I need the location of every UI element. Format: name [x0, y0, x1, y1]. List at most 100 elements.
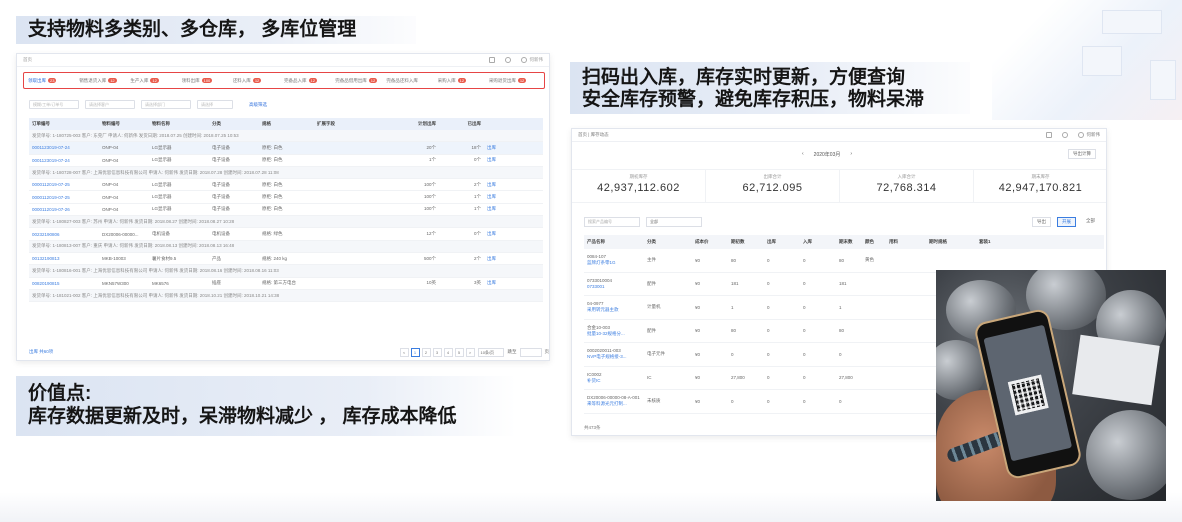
page-button[interactable]: >	[465, 347, 475, 357]
table-cell: 0	[767, 281, 770, 287]
tab-1[interactable]: 销售退货入库 12	[79, 78, 130, 84]
grid-icon[interactable]	[1045, 132, 1052, 138]
column-header[interactable]: 入库	[800, 239, 836, 245]
s2-user[interactable]: 何新伟	[1087, 132, 1101, 138]
column-header[interactable]: 期时规格	[926, 239, 976, 245]
outbound-link[interactable]: 出库	[484, 194, 504, 200]
s2-filters: 搜索产品编号 全部 导出 开展 全部	[584, 217, 1099, 227]
table-cell: 00820190815	[32, 280, 60, 286]
stat-label: 入库合计	[897, 174, 916, 179]
tab-9[interactable]: 采购退货出库 12	[489, 78, 540, 84]
column-header[interactable]: 物料编号	[99, 121, 149, 127]
tab-2[interactable]: 生产入库 12	[130, 78, 181, 84]
column-header[interactable]: 成本价	[692, 239, 728, 245]
inventory-stats: 期初库存 42,937,112.602 出库合计 62,712.095 入库合计 72,7…	[572, 169, 1106, 203]
table-cell: 产品	[212, 255, 221, 261]
column-header[interactable]: 产品名称	[584, 239, 644, 245]
tab-7[interactable]: 完备品还料入库	[386, 78, 437, 84]
outbound-link[interactable]: 出库	[484, 182, 504, 188]
next-month-icon[interactable]: ›	[850, 151, 852, 158]
table-cell: 0	[803, 375, 806, 381]
product-name-link[interactable]: 来等料源光元打制...	[587, 401, 641, 407]
page-button[interactable]: 5	[454, 347, 464, 357]
table-cell: 100个	[423, 206, 436, 212]
outbound-link[interactable]: 出库	[484, 145, 504, 151]
product-name-link[interactable]: NVP电子规格接-3...	[587, 354, 641, 360]
column-header[interactable]: 用料	[886, 239, 926, 245]
product-name-cell: IC0002 补货IC	[584, 372, 644, 384]
column-header[interactable]: 已出库	[439, 121, 484, 127]
outbound-link[interactable]: 出库	[484, 157, 504, 163]
table-cell: ONP-04	[102, 157, 119, 163]
stat-card: 出库合计 62,712.095	[706, 170, 840, 202]
tab-5[interactable]: 完备品入库 12	[284, 78, 335, 84]
prev-month-icon[interactable]: ‹	[802, 151, 804, 158]
table-cell: 1个	[428, 157, 436, 163]
tab-4[interactable]: 还料入库 12	[233, 78, 284, 84]
outbound-link[interactable]: 出库	[484, 231, 504, 237]
table-row[interactable]: 00820190815 MKN57W300 MK6576 插座 规格: 第三方电台 10英…	[29, 278, 543, 290]
product-name-link[interactable]: 蓝牌灯条零1G	[587, 260, 641, 266]
table-row[interactable]: 0000112019-07-26 ONP-04 LG显示器 电子设备 原柜: 白色 100…	[29, 204, 543, 217]
table-row[interactable]: 0001123019-07-24 ONP-04 LG显示器 电子设备 原柜: 白色 1个 0…	[29, 155, 543, 167]
goto-input[interactable]	[519, 347, 542, 357]
product-name-link[interactable]: 采用转元器主款	[587, 307, 641, 313]
category-select[interactable]: 全部	[646, 217, 702, 227]
table-row[interactable]: 0000112019-07-25 ONP-04 LG显示器 电子设备 原柜: 白色 100…	[29, 179, 543, 192]
column-header[interactable]: 订单编号	[29, 121, 99, 127]
outbound-link[interactable]: 出库	[484, 206, 504, 212]
page-button[interactable]: 1	[410, 347, 420, 357]
product-search-input[interactable]: 搜索产品编号	[584, 217, 640, 227]
s1-user[interactable]: 何新伟	[530, 57, 544, 63]
table-row[interactable]: 00132190813 MKB-10003 薯片食材9.5 产品 规格: 240 kg 5…	[29, 253, 543, 266]
tab-8[interactable]: 采购入库 12	[438, 78, 489, 84]
page-button[interactable]: <	[399, 347, 409, 357]
page-button[interactable]: 3	[432, 347, 442, 357]
other-select[interactable]: 请选择	[197, 100, 233, 109]
outbound-link[interactable]: 出库	[484, 256, 504, 262]
bell-icon[interactable]	[1061, 132, 1068, 138]
tab-0[interactable]: 领取出库 23	[28, 78, 79, 84]
tab-label: 采购入库	[437, 77, 456, 83]
advanced-filter-link[interactable]: 高级筛选	[249, 100, 267, 109]
product-name-link[interactable]: 0733001	[587, 284, 641, 290]
tab-3[interactable]: 领料出库 100	[182, 78, 233, 84]
page-button[interactable]: 2	[421, 347, 431, 357]
product-name-link[interactable]: 批量10-32规格分...	[587, 331, 641, 337]
table-cell: 0	[803, 257, 806, 263]
column-header[interactable]: 物料名称	[149, 121, 209, 127]
page-button[interactable]: 4	[443, 347, 453, 357]
column-header[interactable]: 计划出库	[399, 121, 439, 127]
export-calc-button[interactable]: 导出计算	[1068, 149, 1096, 159]
table-row[interactable]: 00232190806 DX20006-00000... 电机设备 电机设备 规格: 绿…	[29, 228, 543, 241]
column-header[interactable]: 规格	[259, 121, 314, 127]
column-header[interactable]: 颜色	[862, 239, 886, 245]
table-row[interactable]: 0084-107 蓝牌灯条零1G 主件 ¥0 80 0 0 80 黄色	[584, 249, 1104, 273]
grid-icon[interactable]	[488, 57, 495, 63]
column-header[interactable]: 分类	[644, 239, 692, 245]
table-row[interactable]: 0000112019-07-25 ONP-04 LG显示器 电子设备 原柜: 白色 100…	[29, 191, 543, 204]
column-header[interactable]: 扩展字段	[314, 121, 399, 127]
user-icon[interactable]	[1077, 132, 1084, 138]
customer-select[interactable]: 请选择客户	[85, 100, 135, 109]
group-info: 发货单号: 1-180725-003 客户: 东莞厂 申请人: 何新伟 发货日期…	[32, 132, 239, 138]
expand-button[interactable]: 开展	[1057, 217, 1076, 227]
department-select[interactable]: 请选择部门	[141, 100, 191, 109]
page-size-select[interactable]: 10条/页	[477, 347, 504, 357]
bell-icon[interactable]	[504, 57, 511, 63]
outbound-link[interactable]: 出库	[484, 280, 504, 286]
table-cell: 0	[803, 281, 806, 287]
column-header[interactable]: 期末数	[836, 239, 862, 245]
table-row[interactable]: 0001123019-07-24 ONP-04 LG显示器 电子设备 原柜: 白色 20个…	[29, 142, 543, 155]
order-search-input[interactable]: 模糊/工单/订单号	[29, 100, 79, 109]
column-header[interactable]: 分类	[209, 121, 259, 127]
table-group-row: 发货单号: 1-180725-003 客户: 东莞厂 申请人: 何新伟 发货日期…	[29, 130, 543, 143]
user-icon[interactable]	[520, 57, 527, 63]
tab-6[interactable]: 完备品借用出库 12	[335, 78, 386, 84]
column-header[interactable]: 出库	[764, 239, 800, 245]
column-header[interactable]: 套装1	[976, 239, 1016, 245]
all-button[interactable]: 全部	[1082, 217, 1099, 227]
column-header[interactable]: 期初数	[728, 239, 764, 245]
export-button[interactable]: 导出	[1032, 217, 1051, 227]
product-name-link[interactable]: 补货IC	[587, 378, 641, 384]
